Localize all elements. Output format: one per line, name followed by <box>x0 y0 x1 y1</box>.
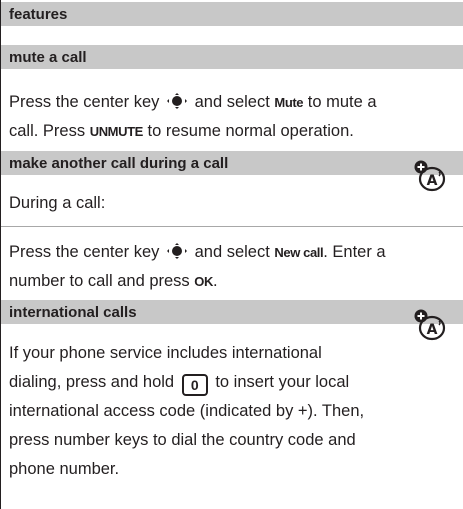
intl-line-5: phone number. <box>9 460 120 478</box>
mute-command: Mute <box>274 95 304 110</box>
section-title: make another call during a call <box>9 155 229 172</box>
new-call-command: New call <box>274 245 324 260</box>
svg-text:A: A <box>427 322 438 338</box>
row-divider <box>1 226 463 227</box>
table-header: features <box>1 0 463 26</box>
section-header-international: international calls <box>1 298 463 324</box>
network-dependent-feature-icon: A <box>414 309 446 341</box>
table-header-title: features <box>9 6 68 23</box>
ok-command: OK <box>194 274 213 289</box>
intl-line-2: dialing, press and hold 0 to insert your… <box>9 368 349 397</box>
another-call-line-2: number to call and press OK. <box>9 272 218 290</box>
intl-line-1: If your phone service includes internati… <box>9 344 322 362</box>
section-title: international calls <box>9 304 137 321</box>
another-call-intro: During a call: <box>9 194 106 212</box>
nav-center-key-icon <box>167 93 187 109</box>
section-title: mute a call <box>9 49 87 66</box>
network-dependent-feature-icon: A <box>414 160 446 192</box>
zero-key-icon: 0 <box>181 374 208 396</box>
nav-center-key-icon <box>167 243 187 259</box>
unmute-command: UNMUTE <box>89 124 144 139</box>
section-header-mute: mute a call <box>1 43 463 69</box>
mute-instructions-line-1: Press the center key and select Mute to … <box>9 93 377 111</box>
intl-line-3: international access code (indicated by … <box>9 402 365 420</box>
svg-text:A: A <box>427 173 438 189</box>
intl-line-4: press number keys to dial the country co… <box>9 431 356 449</box>
mute-instructions-line-2: call. Press UNMUTE to resume normal oper… <box>9 122 354 140</box>
another-call-line-1: Press the center key and select New call… <box>9 243 386 261</box>
section-header-another-call: make another call during a call <box>1 149 463 175</box>
feature-table: features mute a call Press the center ke… <box>0 0 463 509</box>
